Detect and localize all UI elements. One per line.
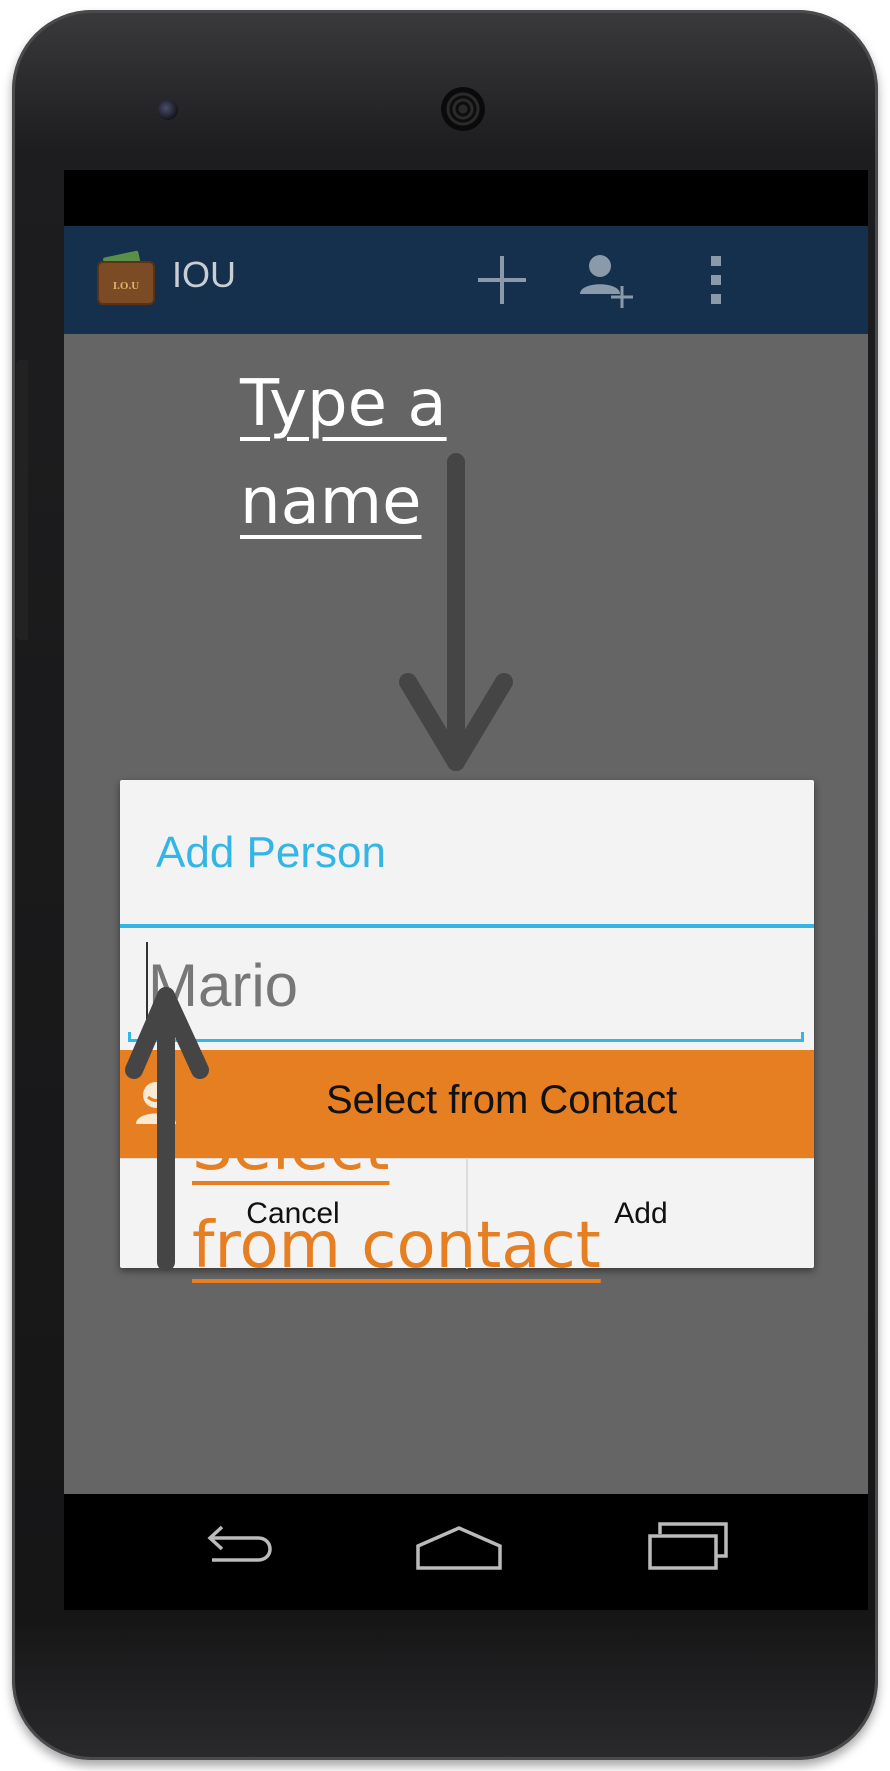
annotation-type-line2: name [240, 465, 422, 539]
dialog-title: Add Person [156, 828, 386, 877]
home-icon[interactable] [414, 1514, 504, 1584]
add-person-dialog: Add Person Select from Contact Cancel [120, 780, 814, 1269]
text-cursor [146, 942, 148, 1038]
earpiece-speaker [441, 87, 485, 131]
annotation-select-line1: Select [192, 1111, 390, 1185]
plus-icon[interactable] [470, 248, 534, 312]
add-person-icon[interactable] [574, 248, 638, 312]
input-underline [128, 1032, 804, 1042]
back-icon[interactable] [192, 1514, 282, 1584]
front-camera [158, 100, 178, 120]
name-input[interactable] [148, 945, 784, 1025]
status-bar [64, 170, 868, 226]
recent-apps-icon[interactable] [644, 1514, 734, 1584]
content-area: Add Person Select from Contact Cancel [64, 334, 868, 1494]
logo-text: I.O.U [113, 280, 139, 292]
contact-person-icon [136, 1082, 176, 1124]
power-button [16, 360, 28, 640]
title-divider [120, 924, 814, 928]
navigation-bar [64, 1494, 868, 1610]
annotation-select-line2: from contact [192, 1209, 601, 1283]
screen: I.O.U IOU Add Person Mario Select from C… [64, 170, 868, 1610]
action-bar: I.O.U IOU [64, 226, 868, 334]
overflow-menu-icon[interactable] [684, 248, 748, 312]
app-logo-wallet-icon[interactable]: I.O.U [94, 248, 158, 312]
annotation-type-line1: Type a [240, 367, 447, 441]
app-title: IOU [172, 254, 237, 295]
phone-frame: I.O.U IOU Add Person Mario Select from C… [12, 10, 878, 1760]
